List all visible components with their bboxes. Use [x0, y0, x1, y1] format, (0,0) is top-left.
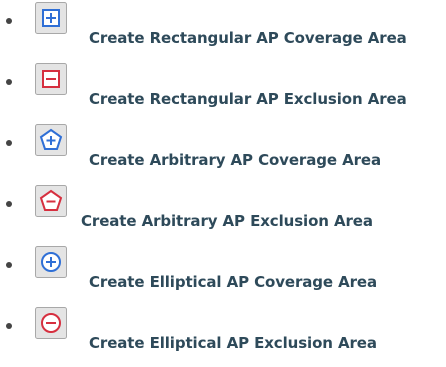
- bullet: [6, 140, 12, 146]
- item-label: Create Arbitrary AP Coverage Area: [89, 151, 381, 169]
- item-label: Create Elliptical AP Exclusion Area: [89, 334, 377, 352]
- item-label: Create Arbitrary AP Exclusion Area: [81, 212, 373, 230]
- rectangle-plus-icon: [35, 2, 67, 34]
- rectangle-minus-icon: [35, 63, 67, 95]
- list-item-arbitrary-exclusion: Create Arbitrary AP Exclusion Area: [0, 185, 446, 245]
- pentagon-minus-icon: [35, 185, 67, 217]
- circle-plus-icon: [35, 246, 67, 278]
- list-item-rectangular-exclusion: Create Rectangular AP Exclusion Area: [0, 63, 446, 123]
- circle-minus-icon: [35, 307, 67, 339]
- item-label: Create Elliptical AP Coverage Area: [89, 273, 378, 291]
- tool-list: Create Rectangular AP Coverage Area Crea…: [0, 0, 446, 366]
- list-item-elliptical-exclusion: Create Elliptical AP Exclusion Area: [0, 307, 446, 367]
- bullet: [6, 18, 12, 24]
- list-item-elliptical-coverage: Create Elliptical AP Coverage Area: [0, 246, 446, 306]
- item-label: Create Rectangular AP Exclusion Area: [89, 90, 407, 108]
- list-item-rectangular-coverage: Create Rectangular AP Coverage Area: [0, 2, 446, 62]
- bullet: [6, 79, 12, 85]
- bullet: [6, 262, 12, 268]
- list-item-arbitrary-coverage: Create Arbitrary AP Coverage Area: [0, 124, 446, 184]
- pentagon-plus-icon: [35, 124, 67, 156]
- bullet: [6, 323, 12, 329]
- bullet: [6, 201, 12, 207]
- item-label: Create Rectangular AP Coverage Area: [89, 29, 407, 47]
